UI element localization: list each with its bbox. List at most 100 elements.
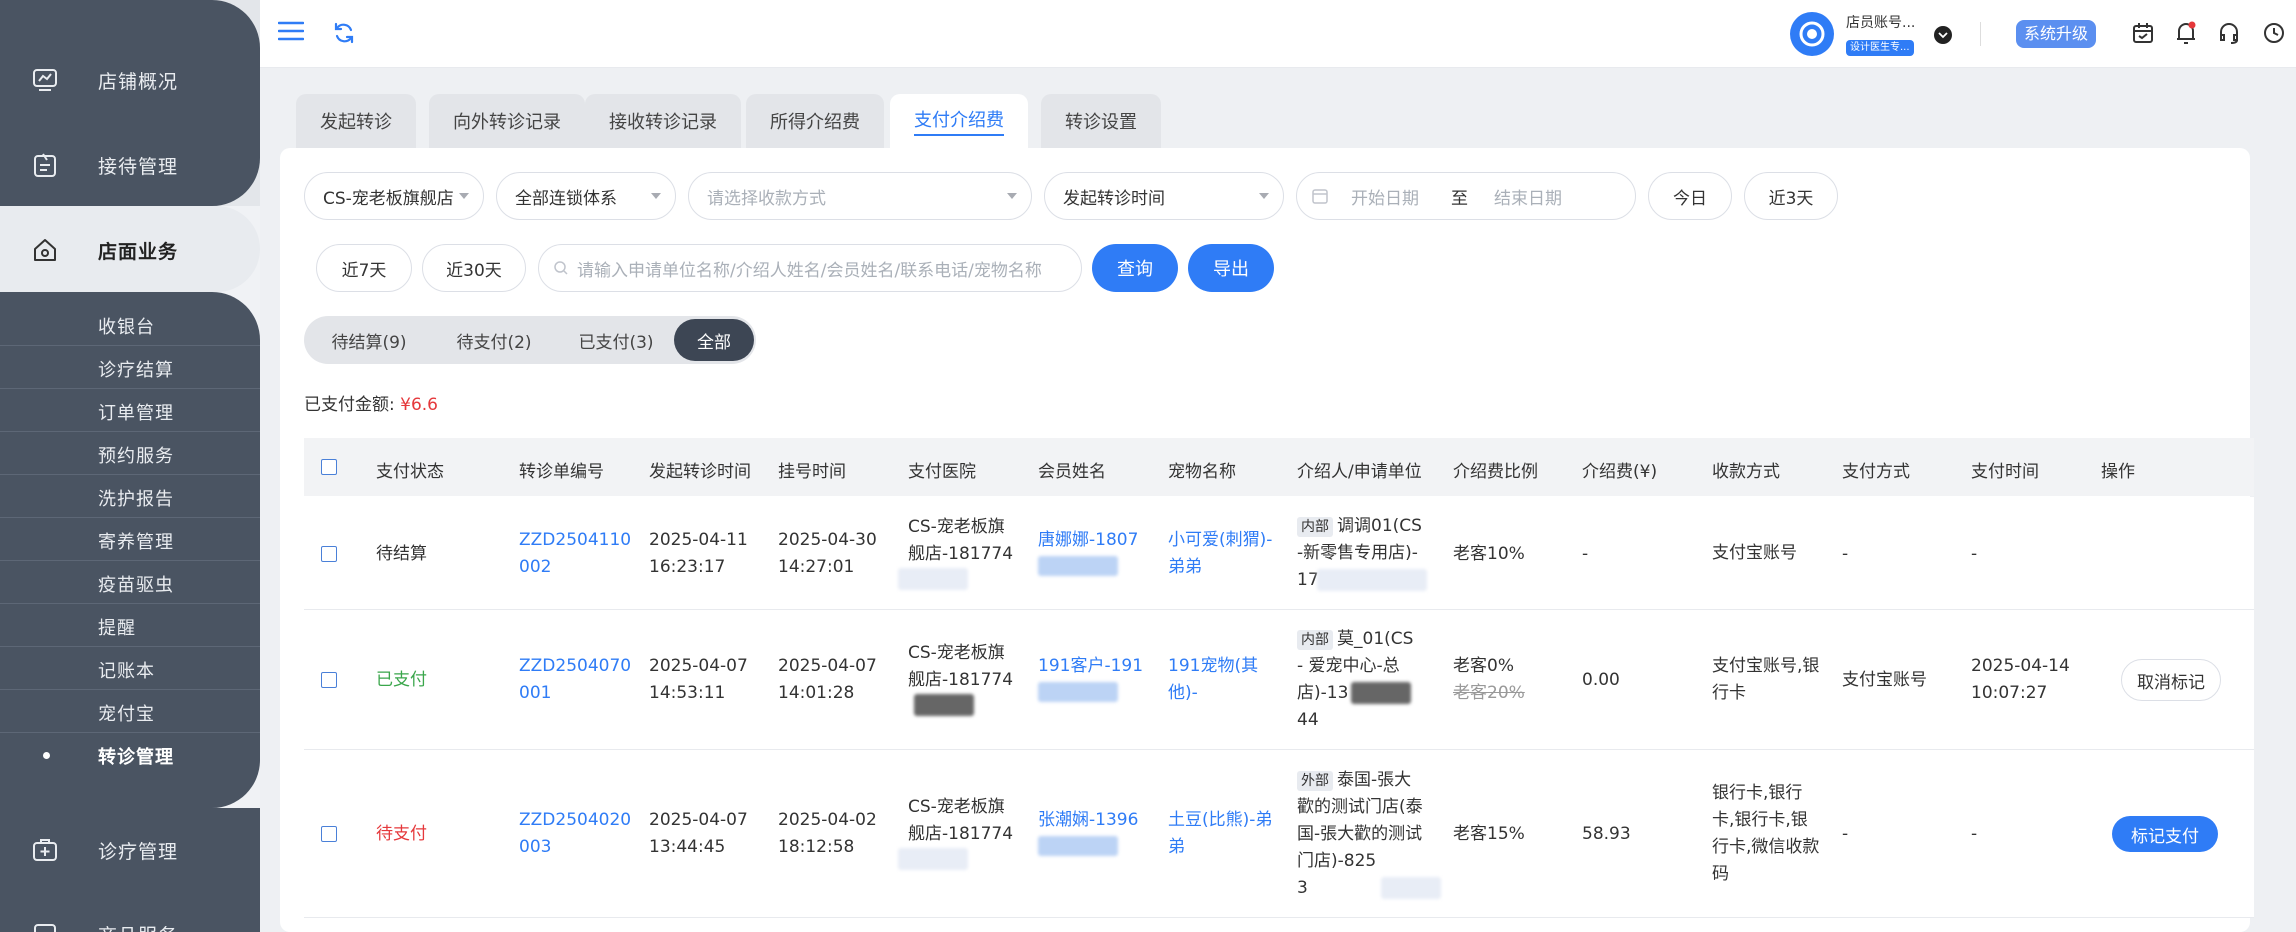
row-checkbox[interactable] <box>321 672 337 688</box>
tab-5[interactable]: 转诊设置 <box>1041 94 1161 148</box>
avatar[interactable] <box>1790 12 1834 56</box>
sidebar-item-reception[interactable]: 接待管理 <box>0 145 260 185</box>
sidebar-subitem[interactable]: 寄养管理 <box>0 518 260 561</box>
pay-hospital: CS-宠老板旗 <box>908 643 1005 663</box>
referrer-text: 店)-13 <box>1297 683 1349 703</box>
pay-hospital: 舰店-181774 <box>908 670 1014 690</box>
referrer-text: 国-張大歡的测试 <box>1297 823 1423 844</box>
tab-4[interactable]: 支付介绍费 <box>890 94 1028 148</box>
sidebar-subitem-label: 疫苗驱虫 <box>98 575 174 596</box>
order-number[interactable]: ZZD2504020 <box>519 807 631 834</box>
chain-select[interactable]: 全部连锁体系 <box>496 172 676 220</box>
sidebar-subitem[interactable]: 转诊管理 <box>0 733 260 776</box>
active-dot <box>43 752 50 759</box>
column-header: 操作 <box>2101 462 2135 482</box>
clock-icon[interactable] <box>2262 21 2286 50</box>
pet-name[interactable]: 土豆(比熊)-弟 <box>1168 807 1272 834</box>
row-checkbox[interactable] <box>321 545 337 562</box>
order-number[interactable]: ZZD2504070 <box>519 653 631 680</box>
member-name[interactable]: 191客户-191 <box>1038 653 1143 680</box>
tab-0[interactable]: 发起转诊 <box>296 94 416 148</box>
pet-name[interactable]: 弟弟 <box>1168 554 1202 581</box>
caret-down-icon <box>651 193 661 199</box>
register-time: 18:12:58 <box>778 837 855 857</box>
upgrade-button[interactable]: 系统升级 <box>2016 20 2097 48</box>
referrer-line: 门店)-825 <box>1297 848 1376 875</box>
today-button[interactable]: 今日 <box>1648 172 1732 220</box>
sidebar-item-label: 商品服务 <box>98 921 178 932</box>
referrer-line: 17 <box>1297 567 1319 594</box>
sidebar-item-medical[interactable]: 诊疗管理 <box>0 830 260 870</box>
redacted-blur <box>914 694 974 716</box>
sidebar-subitem[interactable]: 记账本 <box>0 647 260 690</box>
receive-method: 支付宝账号 <box>1712 543 1797 563</box>
chevron-down-icon[interactable] <box>1934 26 1952 44</box>
last-3-days-button[interactable]: 近3天 <box>1744 172 1838 220</box>
bell-icon[interactable] <box>2174 20 2198 51</box>
query-button[interactable]: 查询 <box>1092 244 1178 292</box>
paid-summary-amount: ¥6.6 <box>400 395 438 415</box>
member-name[interactable]: 唐娜娜-1807 <box>1038 527 1138 554</box>
end-date-input[interactable]: 结束日期 <box>1494 184 1562 209</box>
status-text: 待支付 <box>376 824 427 844</box>
status-tab-pending-settle[interactable]: 待结算(9) <box>304 316 434 364</box>
cancel-mark-button[interactable]: 取消标记 <box>2121 659 2221 701</box>
sidebar-subitem[interactable]: 宠付宝 <box>0 690 260 733</box>
member-name[interactable]: 张潮娴-1396 <box>1038 807 1138 834</box>
order-number[interactable]: ZZD2504110 <box>519 527 631 554</box>
refresh-icon[interactable] <box>332 21 356 45</box>
referrer-line: 内部 莫_01(CS <box>1297 626 1413 653</box>
pet-name[interactable]: 他)- <box>1168 680 1198 707</box>
referrer-tag: 内部 <box>1297 630 1333 650</box>
tab-1[interactable]: 向外转诊记录 <box>429 94 585 148</box>
pet-name[interactable]: 弟 <box>1168 834 1185 861</box>
order-number[interactable]: 002 <box>519 554 551 581</box>
receive-method: 行卡 <box>1712 683 1746 703</box>
calendar-icon[interactable] <box>2131 21 2155 50</box>
paid-summary: 已支付金额: ¥6.6 <box>304 390 438 415</box>
start-date-input[interactable]: 开始日期 <box>1351 184 1419 209</box>
sidebar-subitem[interactable]: 收银台 <box>0 303 260 346</box>
column-header: 支付方式 <box>1842 462 1910 482</box>
register-time: 2025-04-30 <box>778 529 877 550</box>
mark-paid-button[interactable]: 标记支付 <box>2112 816 2218 852</box>
sidebar-subitem[interactable]: 订单管理 <box>0 389 260 432</box>
sidebar-subitem[interactable]: 诊疗结算 <box>0 346 260 389</box>
sidebar-subitem[interactable]: 提醒 <box>0 604 260 647</box>
receive-method: 卡,银行卡,银 <box>1712 810 1808 830</box>
headset-icon[interactable] <box>2217 21 2241 50</box>
tab-3[interactable]: 所得介绍费 <box>746 94 884 148</box>
box-icon <box>30 919 60 932</box>
column-header: 介绍费比例 <box>1453 462 1538 482</box>
status-tab-paid[interactable]: 已支付(3) <box>554 316 678 364</box>
referrer-text: 门店)-825 <box>1297 850 1377 871</box>
order-number[interactable]: 003 <box>519 834 551 861</box>
pay-time: 10:07:27 <box>1971 683 2048 703</box>
sidebar-item-store-business[interactable]: 店面业务 <box>0 230 260 270</box>
last-7-days-button[interactable]: 近7天 <box>316 244 412 292</box>
order-number[interactable]: 001 <box>519 680 551 707</box>
select-all-checkbox[interactable] <box>321 459 337 475</box>
status-tab-pending-pay[interactable]: 待支付(2) <box>434 316 554 364</box>
export-button[interactable]: 导出 <box>1188 244 1274 292</box>
sidebar-subitem[interactable]: 疫苗驱虫 <box>0 561 260 604</box>
sidebar-item-overview[interactable]: 店铺概况 <box>0 60 260 100</box>
pay-method-select[interactable]: 请选择收款方式 <box>688 172 1032 220</box>
menu-icon[interactable] <box>277 20 305 42</box>
sidebar-subitem[interactable]: 预约服务 <box>0 432 260 475</box>
pet-name[interactable]: 191宠物(其 <box>1168 653 1258 680</box>
search-input[interactable]: 请输入申请单位名称/介绍人姓名/会员姓名/联系电话/宠物名称 <box>538 244 1082 292</box>
store-select[interactable]: CS-宠老板旗舰店 <box>304 172 484 220</box>
pet-name[interactable]: 小可爱(刺猬)- <box>1168 527 1272 554</box>
sidebar-subitem[interactable]: 洗护报告 <box>0 475 260 518</box>
last-30-days-button[interactable]: 近30天 <box>422 244 526 292</box>
tab-label: 转诊设置 <box>1065 112 1137 133</box>
status-tab-all[interactable]: 全部 <box>674 319 754 361</box>
time-type-select[interactable]: 发起转诊时间 <box>1044 172 1284 220</box>
pay-method: 支付宝账号 <box>1842 670 1927 690</box>
sidebar-item-goods[interactable]: 商品服务 <box>0 914 260 932</box>
date-range-picker[interactable]: 开始日期 至 结束日期 <box>1296 172 1636 220</box>
tab-2[interactable]: 接收转诊记录 <box>585 94 741 148</box>
row-checkbox[interactable] <box>321 826 337 842</box>
referrer-text: 44 <box>1297 710 1319 730</box>
